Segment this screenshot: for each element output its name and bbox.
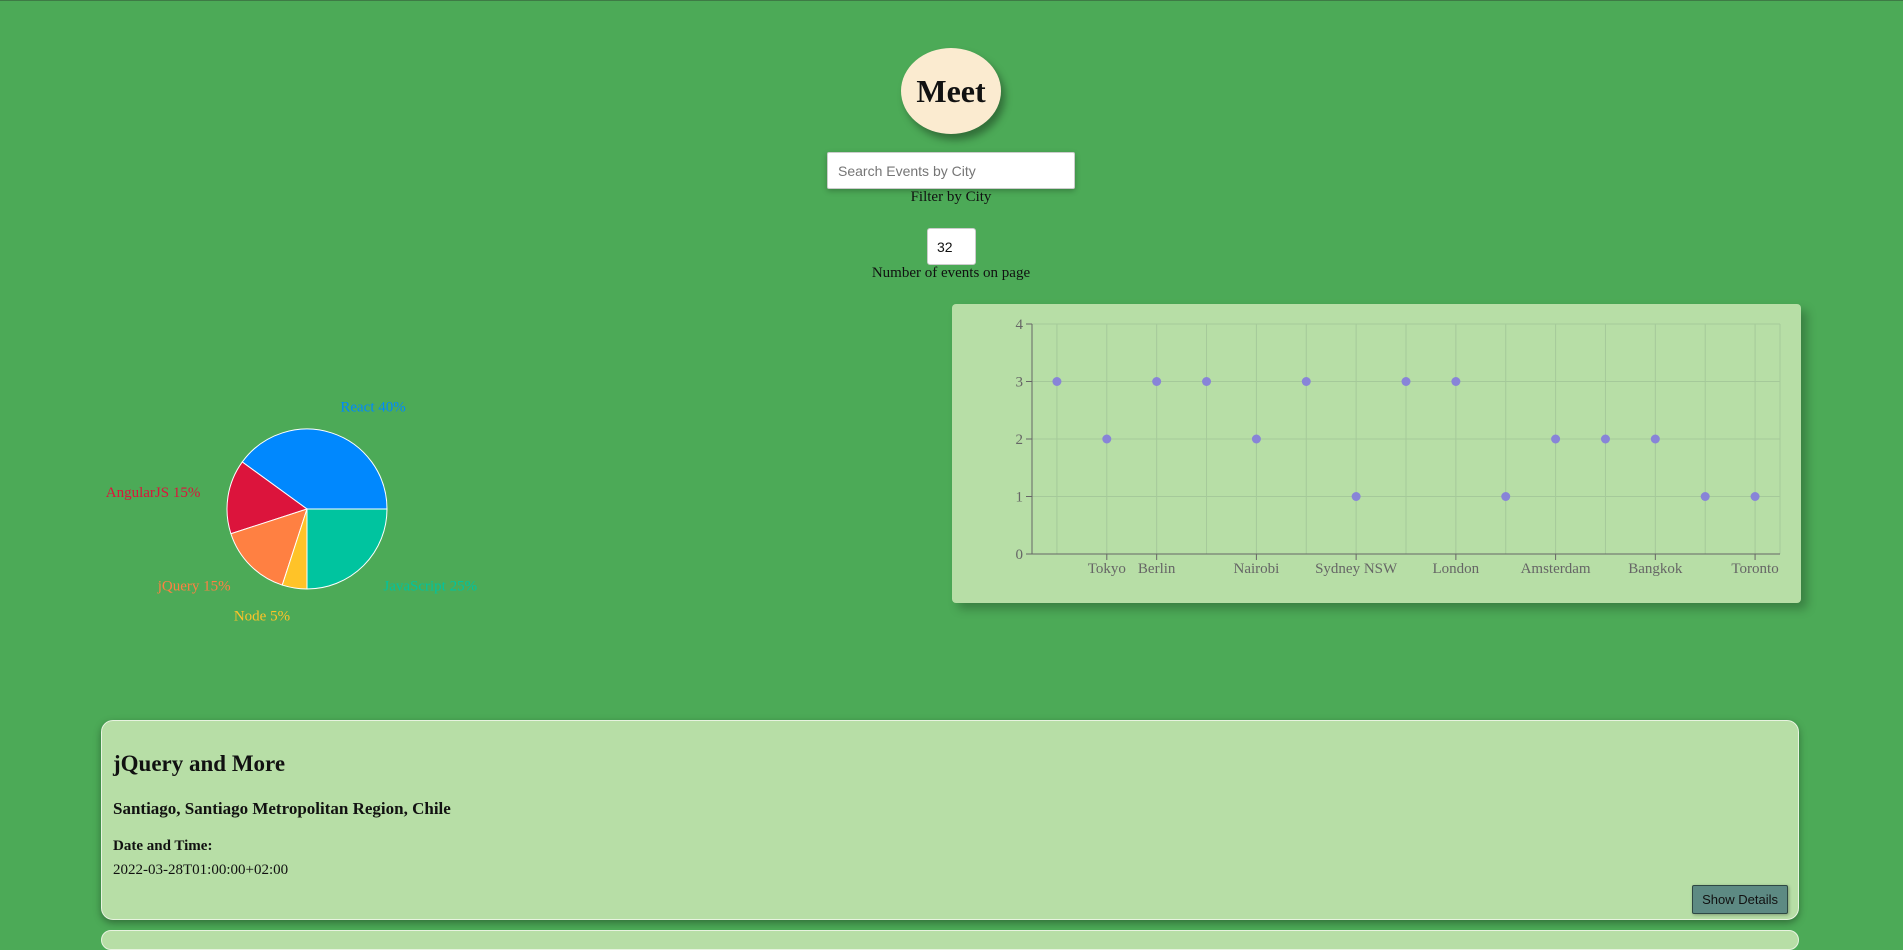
scatter-point: [1301, 377, 1311, 386]
genre-pie-chart: React 40% AngularJS 15% jQuery 15% Node 5% J…: [0, 301, 600, 661]
scatter-point: [1052, 377, 1062, 386]
city-filter-label: Filter by City: [910, 189, 992, 205]
number-of-events-label: Number of events on page: [871, 265, 1031, 281]
y-tick-label: 1: [1016, 490, 1024, 506]
show-details-button[interactable]: Show Details: [1692, 885, 1788, 914]
app-logo: Meet: [901, 48, 1001, 134]
app-logo-text: Meet: [916, 72, 986, 109]
scatter-point: [1501, 492, 1511, 501]
x-tick-label: Sydney NSW: [1315, 561, 1398, 577]
y-tick-label: 4: [1016, 317, 1024, 333]
event-datetime-label: Date and Time:: [113, 838, 213, 854]
x-tick-label: London: [1433, 561, 1480, 577]
pie-label-javascript: JavaScript 25%: [383, 578, 477, 594]
pie-label-node: Node 5%: [234, 609, 290, 625]
scatter-point: [1202, 377, 1212, 386]
event-location: Santiago, Santiago Metropolitan Region, …: [113, 799, 451, 818]
x-tick-label: Berlin: [1138, 561, 1176, 577]
scatter-point: [1700, 492, 1710, 501]
event-card: jQuery and More Santiago, Santiago Metro…: [101, 720, 1799, 920]
events-per-city-chart-panel: 0 1 2 3 4 Tokyo Berlin Nairobi Sydney NSW London A…: [952, 304, 1801, 603]
city-search-input[interactable]: [827, 152, 1075, 189]
number-of-events-input[interactable]: [927, 228, 976, 265]
event-datetime: 2022-03-28T01:00:00+02:00: [113, 862, 289, 878]
y-tick-label: 3: [1016, 375, 1024, 391]
scatter-point: [1251, 434, 1261, 444]
scatter-point: [1102, 434, 1112, 444]
x-tick-label: Toronto: [1731, 561, 1778, 577]
event-title: jQuery and More: [113, 751, 286, 776]
scatter-point: [1401, 377, 1411, 386]
scatter-point: [1600, 434, 1610, 444]
pie-chart-svg: React 40% AngularJS 15% jQuery 15%Node 5% J…: [106, 399, 477, 625]
x-tick-label: Amsterdam: [1521, 561, 1591, 577]
pie-label-react: React 40%: [340, 399, 405, 415]
scatter-point: [1351, 492, 1361, 501]
event-card-next: [101, 930, 1799, 950]
x-tick-label: Nairobi: [1233, 561, 1279, 577]
scatter-point: [1650, 434, 1660, 444]
scatter-point: [1451, 377, 1461, 386]
y-tick-label: 2: [1016, 432, 1024, 448]
pie-label-jquery: jQuery 15%: [157, 578, 231, 594]
y-tick-label: 0: [1016, 547, 1024, 563]
pie-slice-javascript: [306, 508, 388, 590]
x-tick-label: Tokyo: [1088, 561, 1126, 577]
scatter-point: [1551, 434, 1561, 444]
x-tick-label: Bangkok: [1628, 561, 1683, 577]
scatter-chart-svg: 0 1 2 3 4 Tokyo Berlin Nairobi Sydney NSW London A…: [1016, 317, 1781, 577]
scatter-point: [1152, 377, 1162, 386]
pie-label-angularjs: AngularJS 15%: [106, 485, 201, 501]
scatter-point: [1750, 492, 1760, 501]
